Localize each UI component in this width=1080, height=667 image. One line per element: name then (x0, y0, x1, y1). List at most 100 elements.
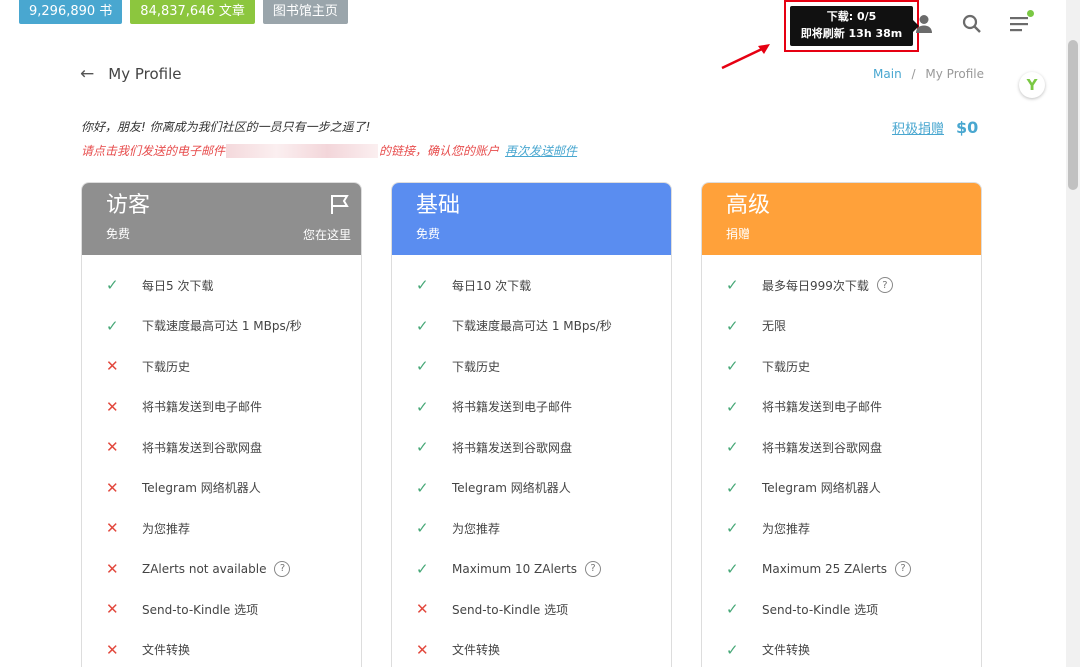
feature-item: ✓ 将书籍发送到谷歌网盘 (392, 427, 671, 468)
current-plan-label: 您在这里 (302, 228, 351, 242)
breadcrumb: Main / My Profile (873, 67, 984, 81)
feature-text: 将书籍发送到电子邮件 (142, 400, 263, 415)
books-count-badge[interactable]: 9,296,890 书 (19, 0, 123, 24)
blurred-email (226, 143, 379, 158)
feature-text: 为您推荐 (142, 521, 191, 536)
feature-text: Telegram 网络机器人 (452, 481, 571, 496)
donate-link[interactable]: 积极捐赠 (892, 118, 944, 137)
help-icon[interactable]: ? (274, 560, 291, 577)
feature-text: 为您推荐 (762, 521, 811, 536)
feature-item: ✓ 下载历史 (702, 346, 981, 387)
feature-item: ✕ Send-to-Kindle 选项 (392, 589, 671, 630)
plan-title: 基础 (416, 193, 461, 218)
check-icon: ✓ (416, 559, 429, 578)
breadcrumb-separator: / (911, 67, 916, 81)
help-icon[interactable]: ? (876, 277, 893, 294)
plan-subtitle: 捐赠 (726, 227, 751, 241)
search-icon[interactable] (948, 6, 996, 42)
feature-item: ✓ 将书籍发送到电子邮件 (392, 387, 671, 428)
feature-text: 文件转换 (452, 643, 501, 658)
check-icon: ✓ (416, 438, 429, 457)
feature-text: 将书籍发送到谷歌网盘 (452, 440, 573, 455)
feature-text: Send-to-Kindle 选项 (142, 602, 259, 617)
scrollbar-thumb[interactable] (1068, 40, 1078, 190)
cross-icon: ✕ (106, 357, 119, 376)
feature-item: ✓ 将书籍发送到电子邮件 (702, 387, 981, 428)
feature-item: ✓ Telegram 网络机器人 (392, 468, 671, 509)
feature-text: 下载历史 (142, 359, 191, 374)
plan-title: 高级 (726, 193, 771, 218)
feature-item: ✓ 下载历史 (392, 346, 671, 387)
help-icon[interactable]: ? (895, 560, 912, 577)
check-icon: ✓ (416, 397, 429, 416)
plan-header-basic: 基础 免费 (392, 183, 671, 255)
feature-text: 将书籍发送到电子邮件 (762, 400, 883, 415)
feature-item: ✓ Send-to-Kindle 选项 (702, 589, 981, 630)
articles-count-badge[interactable]: 84,837,646 文章 (130, 0, 255, 24)
feature-text: Send-to-Kindle 选项 (762, 602, 879, 617)
check-icon: ✓ (726, 600, 739, 619)
check-icon: ✓ (416, 519, 429, 538)
check-icon: ✓ (726, 478, 739, 497)
cross-icon: ✕ (106, 559, 119, 578)
check-icon: ✓ (726, 559, 739, 578)
feature-text: Maximum 10 ZAlerts (452, 561, 578, 576)
feature-item: ✕ Telegram 网络机器人 (82, 468, 361, 509)
resend-email-link[interactable]: 再次发送邮件 (505, 142, 577, 159)
feature-item: ✓ 无限 (702, 306, 981, 347)
cross-icon: ✕ (416, 640, 429, 659)
side-logo-icon[interactable]: Y (1019, 72, 1045, 98)
feature-text: 最多每日999次下载 (762, 278, 869, 293)
page-title: My Profile (108, 65, 182, 83)
check-icon: ✓ (106, 276, 119, 295)
help-icon[interactable]: ? (585, 560, 602, 577)
check-icon: ✓ (726, 640, 739, 659)
feature-item: ✕ 将书籍发送到电子邮件 (82, 387, 361, 428)
check-icon: ✓ (726, 438, 739, 457)
feature-item: ✓ 最多每日999次下载? (702, 265, 981, 306)
warning-prefix: 请点击我们发送的电子邮件 (81, 144, 226, 158)
cross-icon: ✕ (106, 478, 119, 497)
feature-list: ✓ 每日10 次下载 ✓ 下载速度最高可达 1 MBps/秒 ✓ 下载历史 ✓ 将书籍发送到电… (392, 255, 671, 667)
check-icon: ✓ (416, 316, 429, 335)
scrollbar[interactable] (1066, 0, 1080, 667)
feature-text: Telegram 网络机器人 (762, 481, 881, 496)
feature-item: ✓ 文件转换 (702, 630, 981, 667)
email-confirm-warning: 请点击我们发送的电子邮件 的链接，确认您的账户 再次发送邮件 (81, 142, 577, 159)
stat-badges: 9,296,890 书 84,837,646 文章 图书馆主页 (19, 0, 348, 24)
back-arrow-icon[interactable]: ← (80, 64, 94, 84)
plan-card-premium[interactable]: 高级 捐赠 ✓ 最多每日999次下载? ✓ 无限 ✓ 下载历史 ✓ 将书籍发送到电子邮件 ✓ 将书… (701, 182, 982, 667)
feature-text: 为您推荐 (452, 521, 501, 536)
feature-text: 将书籍发送到电子邮件 (452, 400, 573, 415)
library-home-link[interactable]: 图书馆主页 (262, 0, 348, 24)
feature-item: ✓ 为您推荐 (392, 508, 671, 549)
check-icon: ✓ (416, 357, 429, 376)
download-count-text: 下载: 0/5 (826, 10, 877, 23)
feature-text: Maximum 25 ZAlerts (762, 561, 888, 576)
flag-icon (329, 193, 351, 218)
feature-item: ✕ 将书籍发送到谷歌网盘 (82, 427, 361, 468)
donate-area: 积极捐赠 $0 (892, 118, 978, 137)
cross-icon: ✕ (106, 640, 119, 659)
menu-icon[interactable] (996, 6, 1044, 42)
user-icon[interactable] (900, 6, 948, 42)
plan-card-basic[interactable]: 基础 免费 ✓ 每日10 次下载 ✓ 下载速度最高可达 1 MBps/秒 ✓ 下载历史 ✓ 将… (391, 182, 672, 667)
feature-text: 每日10 次下载 (452, 278, 532, 293)
feature-text: Telegram 网络机器人 (142, 481, 261, 496)
cross-icon: ✕ (106, 600, 119, 619)
breadcrumb-main-link[interactable]: Main (873, 67, 902, 81)
feature-item: ✕ 文件转换 (392, 630, 671, 667)
check-icon: ✓ (106, 316, 119, 335)
feature-text: 无限 (762, 319, 787, 334)
greeting-text: 你好，朋友! 你离成为我们社区的一员只有一步之遥了! (81, 120, 371, 134)
feature-text: 下载速度最高可达 1 MBps/秒 (452, 319, 612, 334)
check-icon: ✓ (726, 357, 739, 376)
page-header: ← My Profile Main / My Profile (80, 64, 984, 84)
check-icon: ✓ (726, 397, 739, 416)
feature-text: 下载历史 (452, 359, 501, 374)
donate-amount: $0 (956, 118, 979, 137)
notification-dot (1027, 10, 1034, 17)
feature-item: ✓ 下载速度最高可达 1 MBps/秒 (392, 306, 671, 347)
header-icons (900, 6, 1044, 42)
check-icon: ✓ (726, 519, 739, 538)
